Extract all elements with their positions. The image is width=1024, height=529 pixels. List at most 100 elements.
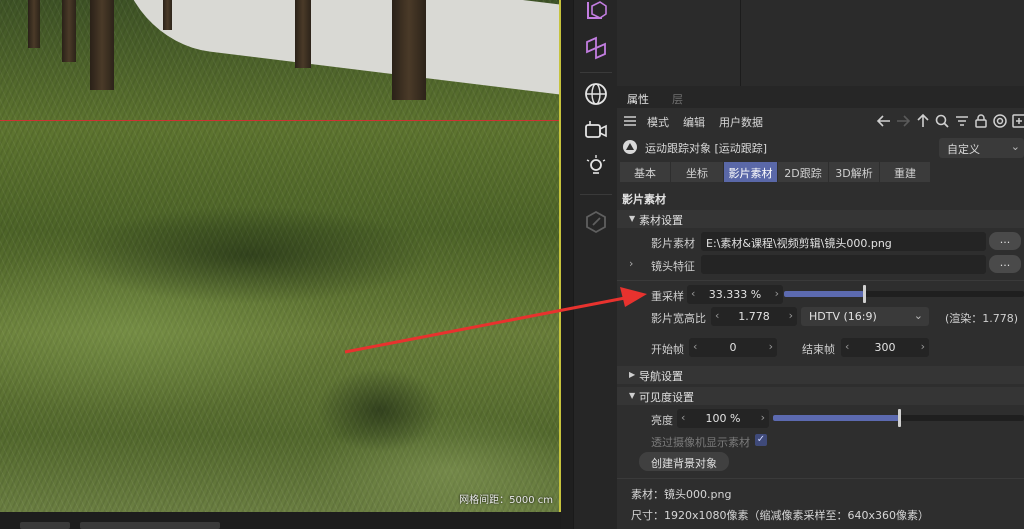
divider <box>617 280 1024 281</box>
object-header: 运动跟踪对象 [运动跟踪] 自定义 ⌄ <box>617 138 1024 158</box>
tab-reconstruct[interactable]: 重建 <box>880 162 930 182</box>
increment-icon[interactable]: › <box>921 340 925 353</box>
tree-trunk <box>295 0 311 68</box>
arrow-left-icon[interactable] <box>876 113 892 129</box>
browse-lens-button[interactable]: ... <box>989 255 1021 273</box>
new-panel-icon[interactable] <box>1011 113 1024 129</box>
slider-knob[interactable] <box>863 285 866 303</box>
object-title: 运动跟踪对象 [运动跟踪] <box>645 142 768 155</box>
arrow-right-icon[interactable] <box>895 113 911 129</box>
through-camera-checkbox[interactable]: ✓ <box>755 434 767 446</box>
start-frame-field[interactable]: ‹ 0 › <box>689 338 777 357</box>
brightness-slider[interactable] <box>773 409 1024 427</box>
start-frame-value: 0 <box>729 341 737 354</box>
chevron-down-icon: ⌄ <box>913 309 923 322</box>
tab-attributes[interactable]: 属性 <box>627 91 649 107</box>
increment-icon[interactable]: › <box>769 340 773 353</box>
aspect-label: 影片宽高比 <box>651 312 706 325</box>
tab-coordinates[interactable]: 坐标 <box>671 162 723 182</box>
toolbar-separator <box>580 72 612 73</box>
aspect-value: 1.778 <box>738 310 770 323</box>
group-label: 可见度设置 <box>639 391 694 404</box>
slider-fill <box>773 415 899 421</box>
end-frame-label: 结束帧 <box>802 343 835 356</box>
tab-layers[interactable]: 层 <box>672 91 683 107</box>
group-visibility-settings[interactable]: ▼ 可见度设置 <box>617 387 1024 405</box>
tree-trunk <box>163 0 172 30</box>
filter-icon[interactable] <box>954 113 970 129</box>
tab-2d-tracking[interactable]: 2D跟踪 <box>778 162 828 182</box>
horizon-guide-line <box>0 120 561 121</box>
increment-icon[interactable]: › <box>761 411 765 424</box>
tab-basic[interactable]: 基本 <box>620 162 670 182</box>
increment-icon[interactable]: › <box>775 287 779 300</box>
divider <box>617 478 1024 479</box>
aspect-preset-value: HDTV (16:9) <box>809 310 877 323</box>
lens-field[interactable] <box>701 255 986 274</box>
brightness-value: 100 % <box>705 412 741 425</box>
tree-trunk <box>62 0 76 62</box>
resample-field[interactable]: ‹ 33.333 % › <box>687 285 783 304</box>
group-label: 素材设置 <box>639 214 683 227</box>
grid-spacing-readout: 网格间距：5000 cm <box>459 495 553 506</box>
chevron-down-icon: ⌄ <box>1010 140 1020 153</box>
menu-mode[interactable]: 模式 <box>647 114 669 130</box>
preset-value: 自定义 <box>947 143 980 156</box>
panel-column-divider <box>740 0 741 86</box>
browse-footage-button[interactable]: ... <box>989 232 1021 250</box>
hamburger-menu-icon[interactable] <box>622 113 638 129</box>
tool-palette <box>573 0 617 529</box>
aspect-field[interactable]: ‹ 1.778 › <box>711 307 797 326</box>
slider-knob[interactable] <box>898 409 901 427</box>
viewport-footage-preview[interactable]: 网格间距：5000 cm <box>0 0 561 512</box>
menu-user-data[interactable]: 用户数据 <box>719 114 763 130</box>
motion-tracker-icon <box>622 139 638 155</box>
tag-icon[interactable] <box>578 204 614 240</box>
attribute-tabs: 属性 层 <box>617 86 1024 108</box>
deformer-icon[interactable] <box>578 30 614 66</box>
end-frame-field[interactable]: ‹ 300 › <box>841 338 929 357</box>
toolbar-separator <box>580 194 612 195</box>
increment-icon[interactable]: › <box>789 309 793 322</box>
create-background-button[interactable]: 创建背景对象 <box>639 452 729 471</box>
triangle-right-icon: ▶ <box>629 370 636 379</box>
lock-icon[interactable] <box>973 113 989 129</box>
object-manager-panel <box>617 0 1024 86</box>
slider-fill <box>784 291 864 297</box>
group-footage-settings[interactable]: ▼ 素材设置 <box>617 210 1024 228</box>
tree-trunk <box>28 0 40 48</box>
arrow-up-icon[interactable] <box>915 113 931 129</box>
brightness-field[interactable]: ‹ 100 % › <box>677 409 769 428</box>
chevron-right-icon[interactable]: › <box>629 257 633 270</box>
viewport-bottom-bar <box>0 512 561 529</box>
bottom-bar-segment[interactable] <box>80 522 220 529</box>
section-title: 影片素材 <box>622 193 666 206</box>
resample-label: 重采样 <box>651 290 684 303</box>
road-area <box>120 0 561 100</box>
preset-dropdown[interactable]: 自定义 ⌄ <box>939 138 1024 158</box>
target-icon[interactable] <box>992 113 1008 129</box>
footage-info: 素材：镜头000.png <box>631 488 732 501</box>
aspect-preset-select[interactable]: HDTV (16:9) ⌄ <box>801 307 929 326</box>
footage-path-field[interactable]: E:\素材&课程\视频剪辑\镜头000.png <box>701 232 986 251</box>
attribute-menu-bar: 模式 编辑 用户数据 <box>617 110 1024 132</box>
tab-3d-solve[interactable]: 3D解析 <box>829 162 879 182</box>
attribute-manager: 属性 层 模式 编辑 用户数据 运动跟踪对象 [运动跟踪] 自定义 ⌄ 基本 坐… <box>617 86 1024 529</box>
environment-icon[interactable] <box>578 76 614 112</box>
panel-divider[interactable] <box>561 0 573 529</box>
end-frame-value: 300 <box>874 341 896 354</box>
render-aspect-note: (渲染：1.778) <box>945 312 1019 325</box>
bottom-bar-segment[interactable] <box>20 522 70 529</box>
resample-slider[interactable] <box>784 285 1024 303</box>
menu-edit[interactable]: 编辑 <box>683 114 705 130</box>
brightness-label: 亮度 <box>651 414 673 427</box>
tree-trunk <box>392 0 426 100</box>
tab-footage[interactable]: 影片素材 <box>724 162 777 182</box>
triangle-down-icon: ▼ <box>629 391 636 400</box>
light-icon[interactable] <box>578 148 614 184</box>
cube-icon[interactable] <box>578 0 614 28</box>
lens-label: 镜头特征 <box>651 260 695 273</box>
group-navigation-settings[interactable]: ▶ 导航设置 <box>617 366 1024 384</box>
camera-icon[interactable] <box>578 112 614 148</box>
search-icon[interactable] <box>934 113 950 129</box>
